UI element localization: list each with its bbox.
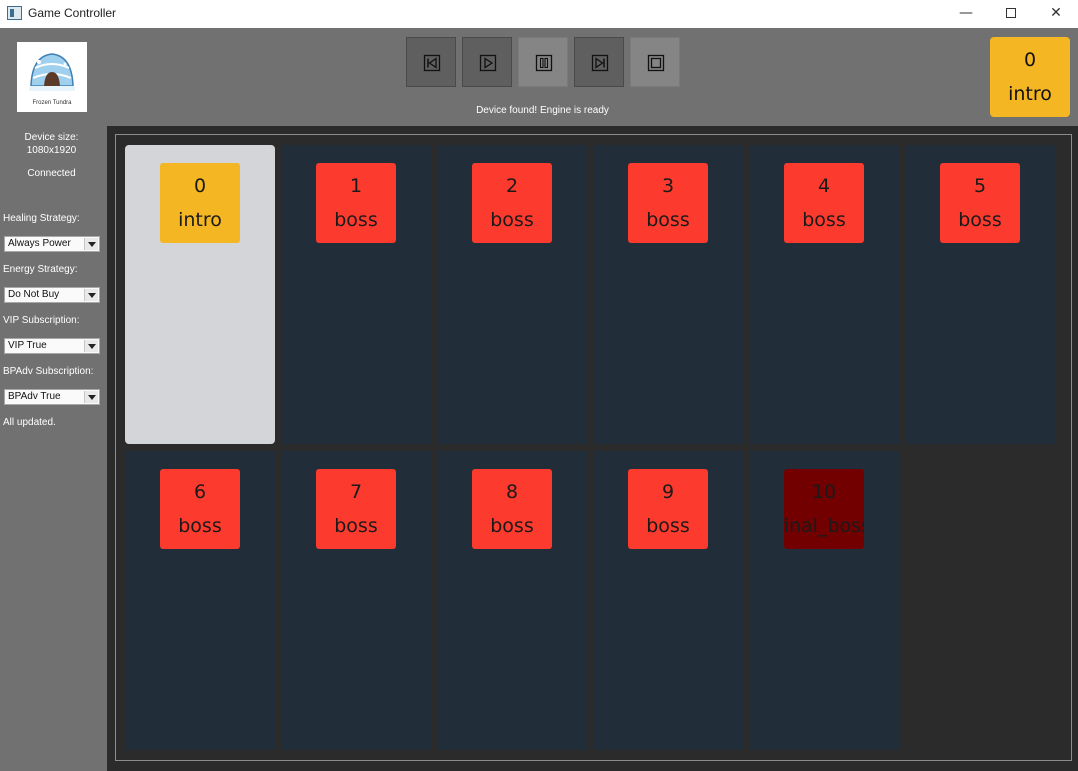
stage-number: 1 xyxy=(349,175,363,197)
chevron-down-icon xyxy=(84,391,98,403)
stage-name: boss xyxy=(802,209,846,231)
energy-strategy-label: Energy Strategy: xyxy=(3,264,78,275)
stage-cell[interactable]: 9 boss xyxy=(593,451,743,750)
stage-name: intro xyxy=(178,209,222,231)
stage-cell[interactable]: 3 boss xyxy=(593,145,743,444)
pause-icon xyxy=(535,54,553,72)
toolbar: Device found! Engine is ready 0 intro xyxy=(107,28,1078,126)
stop-icon xyxy=(647,54,665,72)
stage-number: 5 xyxy=(973,175,987,197)
stage-tile[interactable]: 1 boss xyxy=(316,163,396,243)
game-logo: Frozen Tundra xyxy=(17,42,87,112)
stage-cell[interactable]: 6 boss xyxy=(125,451,275,750)
stage-tile[interactable]: 0 intro xyxy=(160,163,240,243)
stage-name: final_boss xyxy=(784,515,864,537)
stage-name: boss xyxy=(490,515,534,537)
vip-subscription-label: VIP Subscription: xyxy=(3,315,80,326)
game-controller-window: Game Controller — ✕ Frozen Tundra Device… xyxy=(0,0,1078,771)
chevron-down-icon xyxy=(84,340,98,352)
maximize-button[interactable] xyxy=(988,0,1034,28)
skip-forward-button[interactable] xyxy=(574,37,624,87)
stage-tile[interactable]: 6 boss xyxy=(160,469,240,549)
stage-tile[interactable]: 5 boss xyxy=(940,163,1020,243)
stage-cell[interactable]: 10 final_boss xyxy=(749,451,899,750)
play-icon xyxy=(479,54,497,72)
close-button[interactable]: ✕ xyxy=(1033,0,1078,28)
skip-back-icon xyxy=(423,54,441,72)
stage-tile[interactable]: 2 boss xyxy=(472,163,552,243)
healing-strategy-label: Healing Strategy: xyxy=(3,213,80,224)
healing-strategy-value: Always Power xyxy=(8,238,71,249)
stage-tile[interactable]: 4 boss xyxy=(784,163,864,243)
pause-button[interactable] xyxy=(518,37,568,87)
stage-name: boss xyxy=(178,515,222,537)
energy-strategy-value: Do Not Buy xyxy=(8,289,60,300)
igloo-logo-icon xyxy=(29,53,75,91)
bpadv-subscription-select[interactable]: BPAdv True xyxy=(4,389,100,405)
stage-cell[interactable]: 1 boss xyxy=(281,145,431,444)
energy-strategy-select[interactable]: Do Not Buy xyxy=(4,287,100,303)
stage-cell[interactable]: 5 boss xyxy=(905,145,1055,444)
sidebar: Frozen Tundra Device size: 1080x1920 Con… xyxy=(0,28,107,771)
stage-number: 10 xyxy=(811,481,837,503)
stop-button[interactable] xyxy=(630,37,680,87)
stage-tile[interactable]: 9 boss xyxy=(628,469,708,549)
stage-name: boss xyxy=(646,209,690,231)
title-bar: Game Controller — ✕ xyxy=(0,0,1078,28)
stage-name: boss xyxy=(958,209,1002,231)
stage-tile[interactable]: 8 boss xyxy=(472,469,552,549)
chevron-down-icon xyxy=(84,238,98,250)
minimize-icon: — xyxy=(959,5,973,21)
stage-number: 2 xyxy=(505,175,519,197)
stage-number: 3 xyxy=(661,175,675,197)
stage-tile[interactable]: 7 boss xyxy=(316,469,396,549)
stage-grid: 0 intro 1 boss 2 boss 3 boss 4 boss 5 boss 6 boss 7 bos… xyxy=(115,134,1072,761)
stage-number: 8 xyxy=(505,481,519,503)
chevron-down-icon xyxy=(84,289,98,301)
close-icon: ✕ xyxy=(1050,5,1062,21)
stage-tile[interactable]: 10 final_boss xyxy=(784,469,864,549)
play-button[interactable] xyxy=(462,37,512,87)
stage-cell[interactable]: 8 boss xyxy=(437,451,587,750)
stage-number: 0 xyxy=(193,175,207,197)
maximize-icon xyxy=(1006,8,1016,18)
current-stage-badge: 0 intro xyxy=(990,37,1070,117)
stage-name: boss xyxy=(334,209,378,231)
device-size-label: Device size: xyxy=(24,132,79,143)
stage-tile[interactable]: 3 boss xyxy=(628,163,708,243)
stage-name: boss xyxy=(646,515,690,537)
healing-strategy-select[interactable]: Always Power xyxy=(4,236,100,252)
stage-number: 7 xyxy=(349,481,363,503)
vip-subscription-select[interactable]: VIP True xyxy=(4,338,100,354)
connection-status: Connected xyxy=(27,168,76,179)
stage-cell[interactable]: 2 boss xyxy=(437,145,587,444)
stage-cell[interactable]: 4 boss xyxy=(749,145,899,444)
stage-cell[interactable]: 0 intro xyxy=(125,145,275,444)
minimize-button[interactable]: — xyxy=(943,0,989,28)
stage-number: 9 xyxy=(661,481,675,503)
stage-cell[interactable]: 7 boss xyxy=(281,451,431,750)
app-icon xyxy=(7,6,22,20)
logo-caption: Frozen Tundra xyxy=(32,100,72,106)
stage-panel: 0 intro 1 boss 2 boss 3 boss 4 boss 5 boss 6 boss 7 bos… xyxy=(107,126,1078,771)
window-title: Game Controller xyxy=(28,6,117,20)
skip-back-button[interactable] xyxy=(406,37,456,87)
stage-number: 6 xyxy=(193,481,207,503)
skip-forward-icon xyxy=(591,54,609,72)
stage-name: boss xyxy=(490,209,534,231)
device-size-value: 1080x1920 xyxy=(26,145,77,156)
bpadv-subscription-label: BPAdv Subscription: xyxy=(3,366,94,377)
vip-subscription-value: VIP True xyxy=(8,340,47,351)
engine-status: Device found! Engine is ready xyxy=(476,105,609,116)
current-stage-number: 0 xyxy=(1023,49,1037,71)
update-status: All updated. xyxy=(3,417,56,428)
stage-name: boss xyxy=(334,515,378,537)
stage-number: 4 xyxy=(817,175,831,197)
current-stage-name: intro xyxy=(1008,83,1052,105)
bpadv-subscription-value: BPAdv True xyxy=(8,391,61,402)
